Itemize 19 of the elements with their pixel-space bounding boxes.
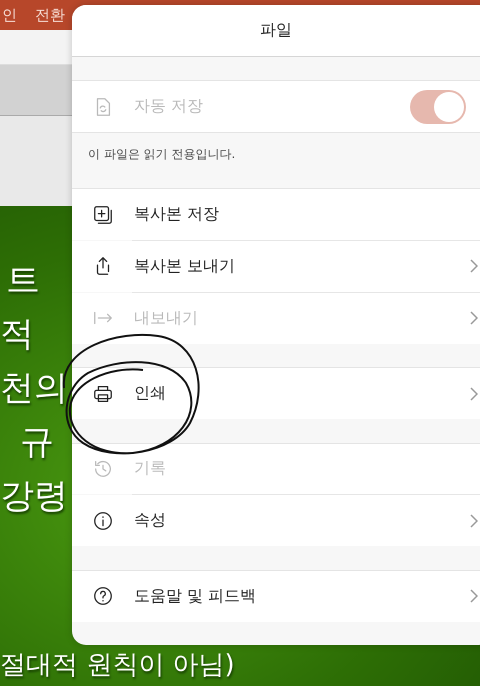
menu-item[interactable]: 도움말 및 피드백 <box>72 570 480 622</box>
help-icon <box>92 585 114 608</box>
menu-label: 자동 저장 <box>134 96 204 118</box>
menu-item[interactable]: 복사본 저장 <box>72 189 480 240</box>
add-copy-icon <box>92 204 114 226</box>
ribbon-tab[interactable]: 전환 <box>35 6 65 24</box>
slide-text: 규 <box>20 421 54 464</box>
menu-item[interactable]: 속성 <box>72 495 480 546</box>
slide-text: 절대적 원칙이 아님) <box>0 650 235 680</box>
info-icon <box>92 510 114 532</box>
panel-title: 파일 <box>260 20 292 41</box>
menu-item[interactable]: 복사본 보내기 <box>72 241 480 292</box>
menu-item[interactable]: 인쇄 <box>72 368 480 420</box>
slide-text: 적 <box>0 313 34 356</box>
slide-text: 천의 <box>0 367 68 410</box>
slide-text: 트 <box>6 259 40 302</box>
ribbon-tab[interactable]: 인 <box>2 6 17 24</box>
read-only-note: 이 파일은 읽기 전용입니다. <box>88 147 236 162</box>
slide-text: 강령 <box>0 475 68 518</box>
